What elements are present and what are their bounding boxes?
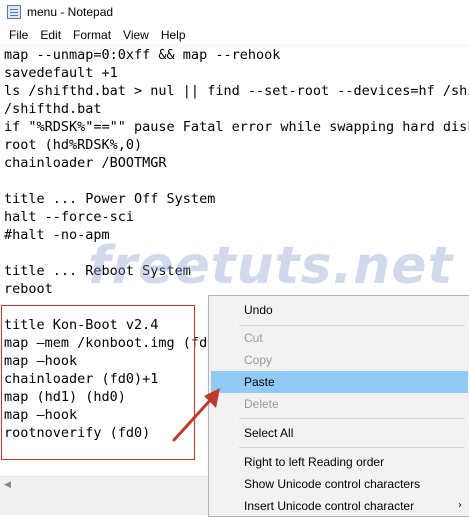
text-line: [0, 172, 469, 190]
ctx-insert-unicode-label: Insert Unicode control character: [244, 499, 415, 513]
ctx-copy[interactable]: Copy: [211, 349, 468, 371]
ctx-rtl-reading-order[interactable]: Right to left Reading order: [211, 451, 468, 473]
menu-edit[interactable]: Edit: [35, 28, 66, 42]
context-menu: Undo Cut Copy Paste Delete Select All Ri…: [208, 295, 469, 517]
ctx-delete[interactable]: Delete: [211, 393, 468, 415]
submenu-arrow-icon: ›: [458, 500, 462, 511]
ctx-undo[interactable]: Undo: [211, 299, 468, 321]
text-line: ls /shifthd.bat > nul || find --set-root…: [4, 83, 469, 99]
text-line: [0, 244, 469, 262]
text-line: map --unmap=0:0xff && map --rehook: [4, 47, 281, 63]
menu-separator: [239, 447, 465, 448]
menu-separator: [239, 325, 465, 326]
menu-view[interactable]: View: [118, 28, 154, 42]
ctx-cut[interactable]: Cut: [211, 327, 468, 349]
menu-format[interactable]: Format: [68, 28, 116, 42]
title-bar: menu - Notepad: [0, 0, 469, 24]
text-line: chainloader /BOOTMGR: [4, 155, 167, 171]
ctx-insert-unicode[interactable]: Insert Unicode control character ›: [211, 495, 468, 517]
text-line: root (hd%RDSK%,0): [4, 137, 143, 153]
ctx-select-all[interactable]: Select All: [211, 422, 468, 444]
text-line: savedefault +1: [4, 65, 118, 81]
text-line: title ... Power Off System: [4, 191, 216, 207]
menu-bar: File Edit Format View Help: [0, 24, 469, 46]
notepad-icon: [7, 5, 21, 19]
text-line: halt --force-sci: [4, 209, 135, 225]
menu-help[interactable]: Help: [156, 28, 191, 42]
menu-file[interactable]: File: [4, 28, 33, 42]
ctx-paste[interactable]: Paste: [211, 371, 468, 393]
scroll-left-icon[interactable]: ◀: [4, 480, 11, 490]
text-line: title ... Reboot System: [4, 263, 191, 279]
text-line: if "%RDSK%"=="" pause Fatal error while …: [4, 119, 469, 135]
ctx-show-unicode[interactable]: Show Unicode control characters: [211, 473, 468, 495]
menu-separator: [239, 418, 465, 419]
text-line: /shifthd.bat: [4, 101, 102, 117]
window-title: menu - Notepad: [27, 5, 114, 19]
text-line: #halt -no-apm: [4, 227, 110, 243]
